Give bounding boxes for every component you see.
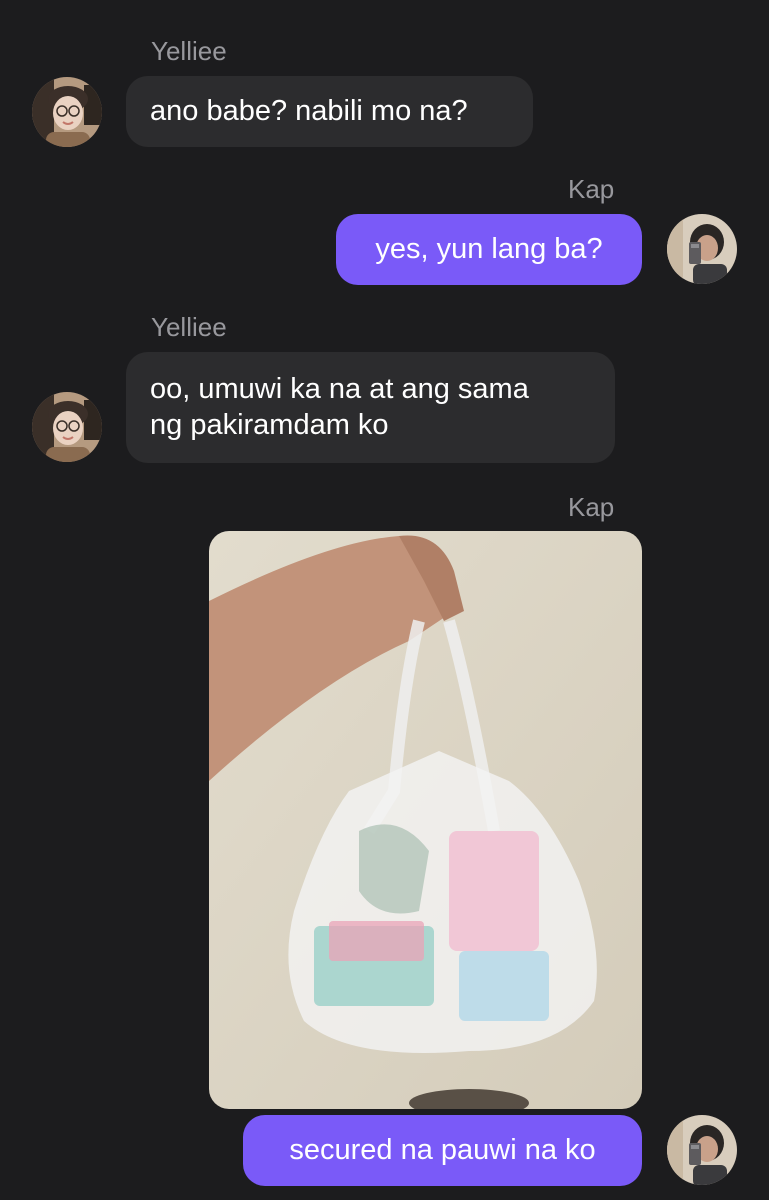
message-bubble[interactable]: secured na pauwi na ko — [243, 1115, 642, 1186]
photo-attachment[interactable] — [209, 531, 642, 1109]
plastic-bag-photo — [209, 531, 642, 1109]
avatar-kap-icon — [667, 214, 737, 284]
avatar-yelliee-icon — [32, 77, 102, 147]
sender-name: Kap — [568, 174, 615, 204]
avatar[interactable] — [667, 1115, 737, 1185]
avatar-yelliee-icon — [32, 392, 102, 462]
avatar[interactable] — [667, 214, 737, 284]
message-bubble[interactable]: oo, umuwi ka na at ang sama ng pakiramda… — [126, 352, 615, 463]
sender-name: Kap — [568, 492, 615, 522]
message-bubble[interactable]: yes, yun lang ba? — [336, 214, 642, 285]
avatar[interactable] — [32, 77, 102, 147]
message-bubble[interactable]: ano babe? nabili mo na? — [126, 76, 533, 147]
sender-name: Yelliee — [151, 312, 227, 342]
avatar[interactable] — [32, 392, 102, 462]
sender-name: Yelliee — [151, 36, 227, 66]
avatar-kap-icon — [667, 1115, 737, 1185]
